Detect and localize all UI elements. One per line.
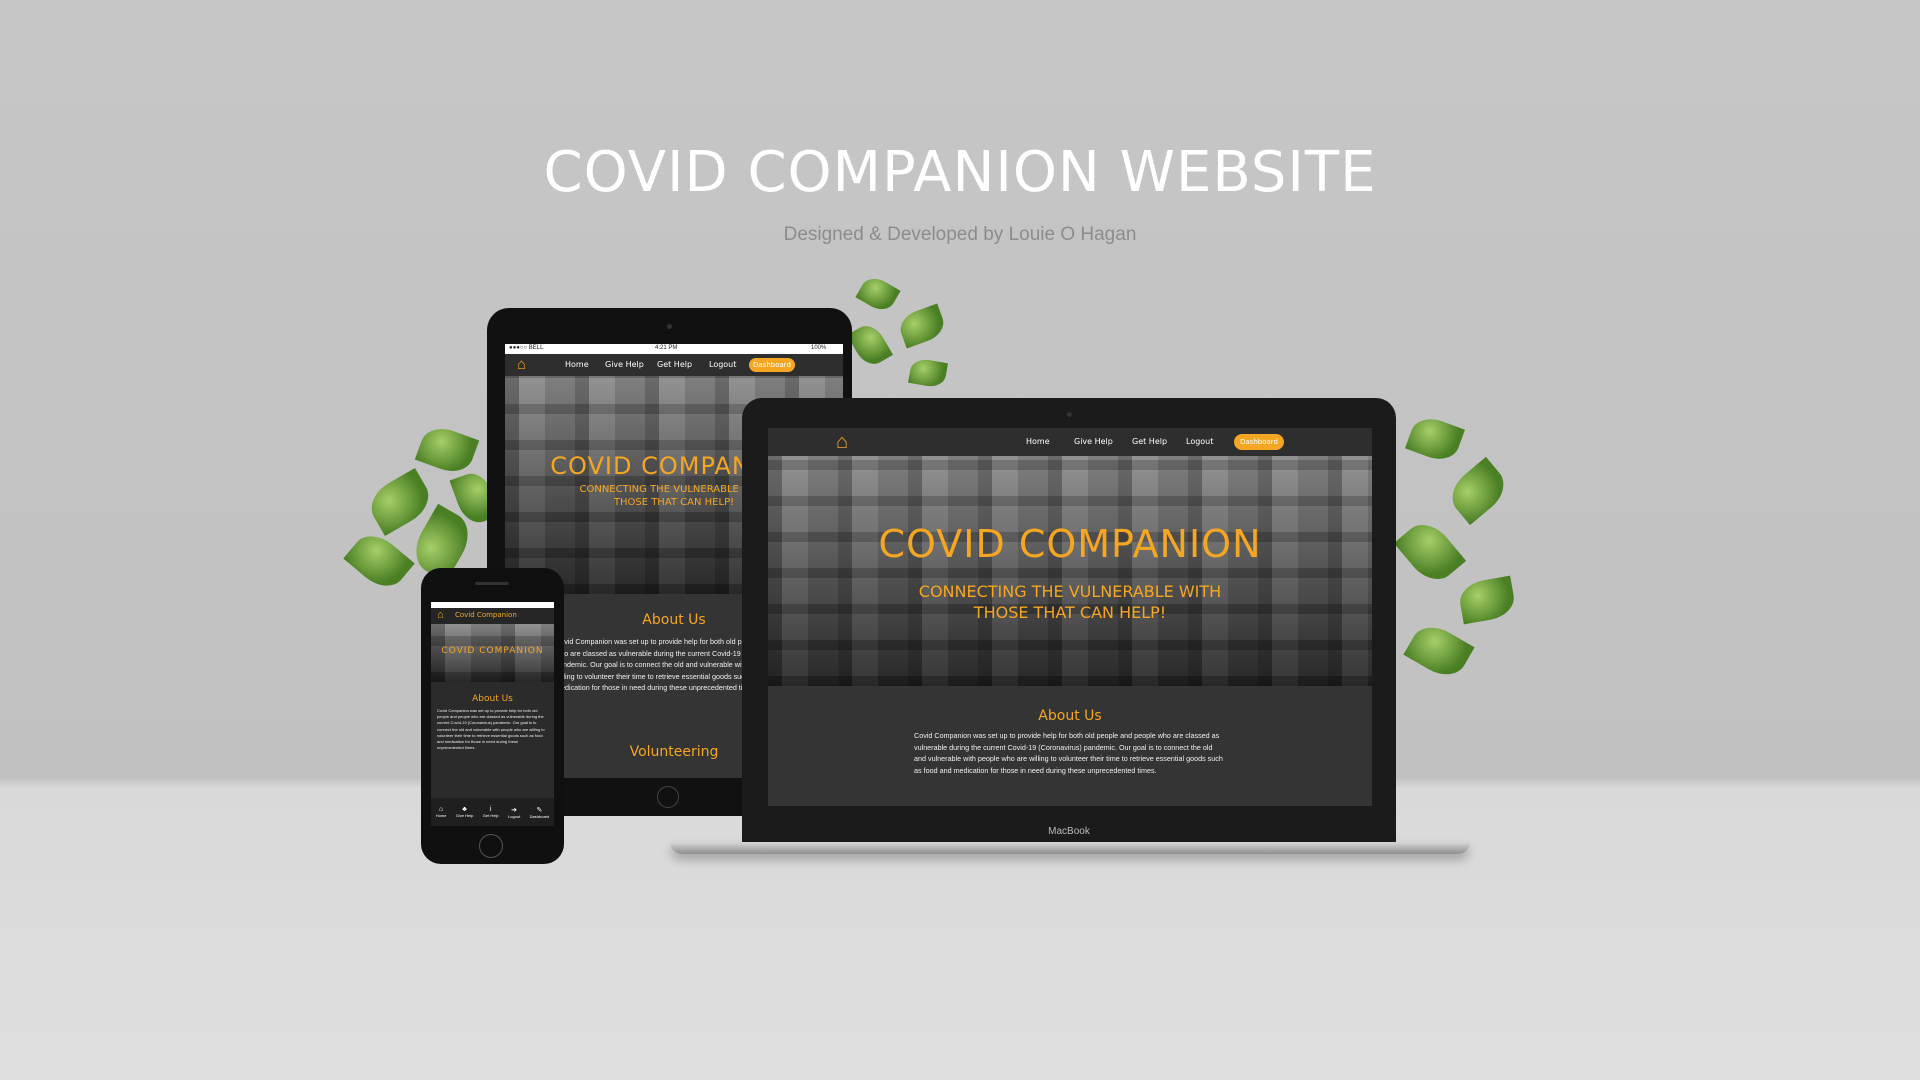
dashboard-button[interactable]: Dashboard <box>749 358 795 372</box>
hero-subtitle-line2: THOSE THAT CAN HELP! <box>973 603 1167 622</box>
tab-logout-label: Logout <box>508 813 521 819</box>
plant-top <box>840 272 960 400</box>
tab-give-help[interactable]: ♣ Give Help <box>456 806 474 818</box>
dashboard-button[interactable]: Dashboard <box>1234 434 1284 450</box>
house-icon[interactable]: ⌂ <box>437 609 444 621</box>
phone-speaker <box>475 582 509 585</box>
status-carrier: ●●●○○ BELL <box>509 345 544 351</box>
about-text: Covid Companion was set up to provide he… <box>437 708 545 751</box>
plant-right <box>1380 410 1530 730</box>
hero-subtitle-line1: CONNECTING THE VULNERABLE WITH <box>918 582 1222 601</box>
tab-home[interactable]: ⌂ Home <box>436 806 447 818</box>
laptop-base <box>670 842 1470 854</box>
about-heading: About Us <box>1038 708 1102 724</box>
about-text: Covid Companion was set up to provide he… <box>914 731 1223 775</box>
mobile-brand: Covid Companion <box>455 611 517 619</box>
nav-get-help[interactable]: Get Help <box>1132 437 1167 446</box>
tab-get-help-label: Get Help <box>482 813 499 818</box>
status-battery: 100% <box>811 345 827 351</box>
phone-header: ⌂ Covid Companion <box>431 608 554 624</box>
logout-tab-icon: ➜ <box>511 806 518 814</box>
laptop-camera <box>1067 412 1072 417</box>
tab-dashboard-label: Dashboard <box>529 813 550 819</box>
phone-home-button[interactable] <box>479 834 503 858</box>
tablet-status-bar: ●●●○○ BELL 4:21 PM 100% <box>505 344 843 354</box>
laptop-nav: ⌂ Home Give Help Get Help Logout Dashboa… <box>768 428 1372 456</box>
home-tab-icon: ⌂ <box>438 806 444 813</box>
tablet-home-button[interactable] <box>657 786 679 808</box>
nav-give-help[interactable]: Give Help <box>605 360 644 369</box>
nav-give-help[interactable]: Give Help <box>1074 437 1113 446</box>
hero-title: COVID COMPANION <box>878 522 1262 566</box>
hero-title: COVID COMPANION <box>441 646 544 656</box>
nav-get-help[interactable]: Get Help <box>657 360 692 369</box>
tab-logout[interactable]: ➜ Logout <box>508 806 520 819</box>
laptop-site: ⌂ Home Give Help Get Help Logout Dashboa… <box>768 428 1372 806</box>
tablet-nav: ⌂ Home Give Help Get Help Logout Dashboa… <box>505 354 843 376</box>
laptop-device: ⌂ Home Give Help Get Help Logout Dashboa… <box>742 398 1396 842</box>
mobile-tab-bar: ⌂ Home ♣ Give Help i Get Help ➜ Logout ✎ Dash… <box>431 798 554 826</box>
tab-get-help[interactable]: i Get Help <box>483 806 499 818</box>
page-subtitle: Designed & Developed by Louie O Hagan <box>783 224 1137 245</box>
nav-logout[interactable]: Logout <box>1186 437 1213 446</box>
page-title: COVID COMPANION WEBSITE <box>543 140 1377 205</box>
nav-home[interactable]: Home <box>1026 437 1050 446</box>
phone-screen: ⌂ Covid Companion COVID COMPANION About … <box>431 602 554 826</box>
status-time: 4:21 PM <box>655 345 678 351</box>
edit-tab-icon: ✎ <box>536 806 543 814</box>
give-help-tab-icon: ♣ <box>462 806 467 813</box>
nav-logout[interactable]: Logout <box>709 360 736 369</box>
about-heading: About Us <box>472 694 513 704</box>
laptop-hero: COVID COMPANION CONNECTING THE VULNERABL… <box>768 456 1372 686</box>
nav-home[interactable]: Home <box>565 360 589 369</box>
tab-home-label: Home <box>435 813 447 818</box>
info-tab-icon: i <box>489 806 492 813</box>
house-icon[interactable]: ⌂ <box>517 356 526 373</box>
phone-device: ⌂ Covid Companion COVID COMPANION About … <box>421 568 564 864</box>
tablet-camera <box>667 324 672 329</box>
house-icon[interactable]: ⌂ <box>836 431 848 454</box>
phone-hero: COVID COMPANION <box>431 624 554 682</box>
tab-give-help-label: Give Help <box>455 813 474 818</box>
tab-dashboard[interactable]: ✎ Dashboard <box>530 806 550 819</box>
laptop-brand-label: MacBook <box>1048 826 1090 837</box>
